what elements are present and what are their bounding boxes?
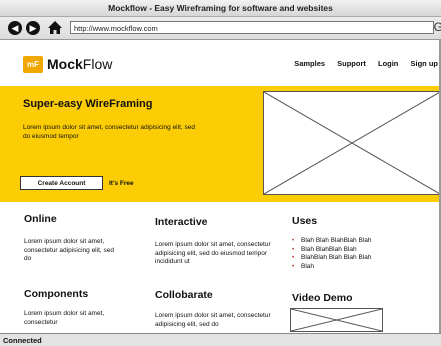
uses-list: Blah Blah BlahBlah Blah Blah BlahBlah Bl… (292, 237, 392, 271)
home-icon[interactable] (47, 20, 63, 35)
interactive-text: Lorem ipsum dolor sit amet, consectetur … (155, 241, 271, 265)
logo-wordmark[interactable]: MockFlow (47, 54, 112, 74)
nav-signup[interactable]: Sign up (411, 59, 439, 68)
logo-word-rest: Flow (82, 56, 113, 72)
video-demo-title: Video Demo (292, 292, 353, 304)
back-arrow-icon[interactable]: ◀ (8, 21, 22, 35)
free-note: It's Free (109, 180, 134, 187)
site-header: mF MockFlow Samples Support Login Sign u… (0, 40, 441, 86)
nav-login[interactable]: Login (378, 59, 398, 68)
hero-image-placeholder (263, 91, 441, 195)
browser-edge-icon: G (433, 20, 441, 34)
collaborate-title: Collobarate (155, 289, 213, 301)
uses-item: BlahBlah Blah Blah Blah (292, 254, 392, 263)
online-text: Lorem ipsum dolor sit amet, consectetur … (24, 238, 114, 262)
logo-mark[interactable]: mF (23, 56, 43, 73)
nav-samples[interactable]: Samples (294, 59, 325, 68)
browser-window: Mockflow - Easy Wireframing for software… (0, 0, 441, 346)
nav-support[interactable]: Support (337, 59, 366, 68)
top-nav: Samples Support Login Sign up (284, 59, 438, 69)
components-text: Lorem ipsum dolor sit amet, consectetur (24, 310, 105, 326)
interactive-title: Interactive (155, 216, 208, 228)
create-account-button[interactable]: Create Account (20, 176, 103, 190)
hero-description: Lorem ipsum dolor sit amet, consectetur … (23, 124, 195, 140)
browser-toolbar: ◀ ▶ http://www.mockflow.com G (0, 17, 441, 40)
hero-banner: Super-easy WireFraming Lorem ipsum dolor… (0, 86, 441, 202)
collaborate-text: Lorem ipsum dolor sit amet, consectetur … (155, 312, 271, 328)
window-title: Mockflow - Easy Wireframing for software… (0, 0, 441, 17)
uses-item: Blah Blah BlahBlah Blah (292, 237, 392, 246)
uses-title: Uses (292, 215, 318, 227)
components-title: Components (24, 288, 89, 300)
logo-word-bold: Mock (47, 56, 83, 72)
hero-title: Super-easy WireFraming (23, 98, 153, 110)
online-title: Online (24, 213, 57, 225)
address-bar[interactable]: http://www.mockflow.com (70, 21, 434, 34)
status-bar: Connected (0, 333, 441, 346)
uses-item: Blah (292, 263, 392, 272)
forward-arrow-icon[interactable]: ▶ (26, 21, 40, 35)
video-placeholder[interactable] (290, 308, 383, 332)
uses-item: Blah BlahBlah Blah (292, 246, 392, 255)
